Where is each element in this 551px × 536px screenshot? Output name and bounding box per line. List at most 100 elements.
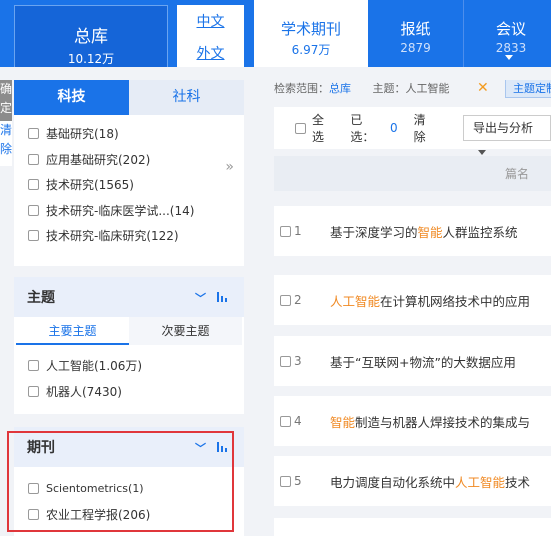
tab-journals[interactable]: 学术期刊 6.97万 <box>254 0 368 67</box>
results-table-header: 篇名 <box>274 156 551 191</box>
title-text: 基于深度学习的 <box>330 224 418 240</box>
confirm-button[interactable]: 确定 <box>0 80 12 121</box>
clear-button[interactable]: 清除 <box>0 121 12 166</box>
table-row[interactable]: 5 电力调度自动化系统中人工智能技术 <box>274 456 551 506</box>
list-item[interactable]: 技术研究-临床研究(122) <box>28 223 244 249</box>
topic-panel-header: 主题 ﹀ <box>14 277 244 317</box>
table-row[interactable]: 3 基于“互联网+物流”的大数据应用 <box>274 336 551 386</box>
chevron-down-icon[interactable]: ﹀ <box>195 290 206 306</box>
column-title[interactable]: 篇名 <box>505 165 529 182</box>
row-number: 3 <box>294 354 302 368</box>
table-row[interactable]: 1 基于深度学习的智能人群监控系统 <box>274 206 551 256</box>
row-number: 1 <box>294 224 302 238</box>
article-title-link[interactable]: 基于深度学习的智能人群监控系统 <box>330 222 518 241</box>
title-keyword: 智能 <box>330 414 356 430</box>
article-title-link[interactable]: 基于“互联网+物流”的大数据应用 <box>330 352 516 371</box>
language-switch: 中文 外文 <box>177 5 244 67</box>
checkbox[interactable] <box>28 179 39 191</box>
tab-keji[interactable]: 科技 <box>14 80 129 115</box>
caret-down-icon <box>477 150 486 155</box>
tab-journals-count: 6.97万 <box>291 43 331 57</box>
tab-main-topic[interactable]: 主要主题 <box>16 317 129 345</box>
select-all-label[interactable]: 全选 <box>312 111 334 145</box>
title-text: 在计算机网络技术中的应用 <box>380 293 531 309</box>
foreign-link[interactable]: 外文 <box>177 43 244 63</box>
list-item[interactable]: 人工智能(1.06万) <box>28 353 244 379</box>
checkbox[interactable] <box>28 153 39 165</box>
title-keyword: 智能 <box>417 224 443 240</box>
article-title-link[interactable]: 电力调度自动化系统中人工智能技术 <box>330 472 530 491</box>
list-item-label: 应用基础研究(202) <box>46 152 151 167</box>
tab-conferences-label: 会议 <box>495 20 526 38</box>
selected-label: 已选： <box>350 113 375 144</box>
list-item-label: 人工智能(1.06万) <box>46 359 143 374</box>
checkbox[interactable] <box>280 415 291 427</box>
filter-action-strip: 确定 清除 <box>0 80 12 166</box>
database-tabbar: 总库 10.12万 中文 外文 学术期刊 6.97万 报纸 2879 会议 28… <box>0 0 551 67</box>
title-text: 基于“互联网+物流”的大数据应用 <box>330 354 516 370</box>
chevron-down-icon[interactable] <box>505 55 513 60</box>
checkbox[interactable] <box>280 294 291 306</box>
checkbox[interactable] <box>28 385 39 397</box>
select-all-checkbox[interactable] <box>295 122 306 134</box>
expand-arrow-icon[interactable]: » <box>225 159 234 175</box>
row-number: 5 <box>294 474 302 488</box>
list-item[interactable]: 技术研究-临床医学试...(14) <box>28 198 244 224</box>
topic-panel-title: 主题 <box>27 290 55 306</box>
list-item[interactable]: 技术研究(1565) <box>28 172 244 198</box>
tab-conferences-count: 2833 <box>495 41 527 55</box>
topic-panel: 主题 ﹀ 主要主题 次要主题 人工智能(1.06万) 机器人(7430) <box>14 277 244 414</box>
category-panel: 科技 社科 基础研究(18) 应用基础研究(202) 技术研究(1565) 技术… <box>14 80 244 266</box>
title-text: 制造与机器人焊接技术的集成与 <box>355 414 531 430</box>
checkbox[interactable] <box>280 475 291 487</box>
list-item[interactable]: 机器人(7430) <box>28 379 244 405</box>
article-title-link[interactable]: 人工智能在计算机网络技术中的应用 <box>330 291 530 310</box>
export-analysis-label: 导出与分析 <box>472 121 533 135</box>
checkbox[interactable] <box>280 355 291 367</box>
list-item-label: 机器人(7430) <box>46 384 122 399</box>
tab-newspapers-label: 报纸 <box>400 20 431 38</box>
results-toolbar: 全选 已选： 0 清除 导出与分析 <box>274 107 551 155</box>
search-scope-breadcrumb: 检索范围：总库 主题：人工智能 ✕ 主题定制 <box>274 80 551 99</box>
checkbox[interactable] <box>280 225 291 237</box>
tab-journals-label: 学术期刊 <box>280 20 341 38</box>
title-text: 技术 <box>505 474 531 490</box>
checkbox[interactable] <box>28 128 39 140</box>
chinese-link[interactable]: 中文 <box>177 11 244 31</box>
topic-subscribe-button[interactable]: 主题定制 <box>505 80 551 98</box>
tab-newspapers-count: 2879 <box>400 41 431 55</box>
topic-filter-chip: 主题：人工智能 <box>372 82 450 95</box>
checkbox[interactable] <box>28 204 39 216</box>
article-title-link[interactable]: 智能制造与机器人焊接技术的集成与 <box>330 412 530 431</box>
list-item-label: 技术研究-临床医学试...(14) <box>46 203 195 218</box>
close-icon[interactable]: ✕ <box>477 80 489 97</box>
title-text: 电力调度自动化系统中 <box>330 474 456 490</box>
tab-zongku-label: 总库 <box>74 27 108 47</box>
table-row[interactable] <box>274 518 551 536</box>
list-item[interactable]: 应用基础研究(202) <box>28 147 244 173</box>
bar-chart-icon[interactable] <box>217 292 229 302</box>
tab-zongku[interactable]: 总库 10.12万 <box>14 5 168 67</box>
export-analysis-dropdown[interactable]: 导出与分析 <box>462 115 551 155</box>
tab-newspapers[interactable]: 报纸 2879 <box>368 0 463 67</box>
tab-secondary-topic[interactable]: 次要主题 <box>129 317 242 345</box>
list-item-label: 技术研究(1565) <box>46 178 134 193</box>
table-row[interactable]: 2 人工智能在计算机网络技术中的应用 <box>274 275 551 325</box>
title-keyword: 人工智能 <box>330 293 381 309</box>
tab-zongku-count: 10.12万 <box>67 52 115 66</box>
list-item-label: 基础研究(18) <box>46 127 119 142</box>
selected-count: 0 <box>389 121 398 135</box>
row-number: 2 <box>294 293 302 307</box>
scope-value[interactable]: 总库 <box>329 82 351 95</box>
checkbox[interactable] <box>28 360 39 372</box>
checkbox[interactable] <box>28 230 39 242</box>
list-item-label: 技术研究-临床研究(122) <box>46 229 179 244</box>
tab-sheke[interactable]: 社科 <box>129 80 244 115</box>
row-number: 4 <box>294 414 302 428</box>
clear-selection-button[interactable]: 清除 <box>414 111 436 145</box>
highlight-box <box>7 431 234 532</box>
title-keyword: 人工智能 <box>455 474 506 490</box>
table-row[interactable]: 4 智能制造与机器人焊接技术的集成与 <box>274 396 551 446</box>
scope-label: 检索范围： <box>274 82 329 95</box>
list-item[interactable]: 基础研究(18) <box>28 121 244 147</box>
